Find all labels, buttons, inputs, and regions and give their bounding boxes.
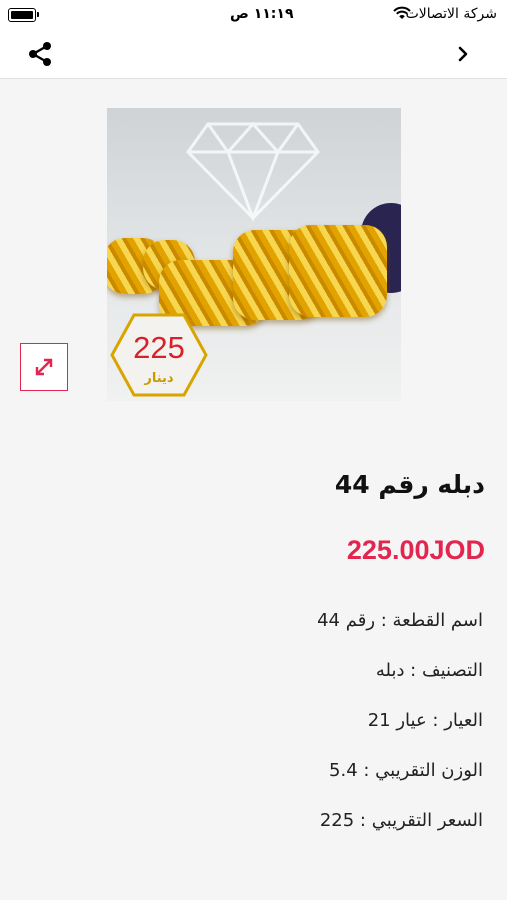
expand-icon	[35, 358, 53, 376]
price-badge-currency: دينار	[144, 371, 174, 386]
expand-image-button[interactable]	[20, 343, 68, 391]
diamond-watermark	[186, 121, 320, 223]
back-button[interactable]	[449, 40, 477, 68]
spec-item-karat: العيار : عيار 21	[367, 710, 483, 731]
product-title: دبله رقم 44	[334, 470, 485, 499]
spec-item-weight: الوزن التقريبي : 5.4	[329, 760, 483, 781]
battery-icon	[8, 8, 39, 22]
spec-item-price: السعر التقريبي : 225	[319, 810, 483, 831]
share-icon	[29, 42, 51, 66]
share-button[interactable]	[24, 38, 56, 70]
carrier-name: شركة الاتصالات	[405, 6, 497, 22]
product-image[interactable]: 225 دينار	[107, 108, 401, 401]
spec-item-category: التصنيف : دبله	[375, 660, 483, 681]
spec-item-name: اسم القطعة : رقم 44	[317, 610, 483, 631]
status-time: ١١:١٩ ص	[230, 6, 294, 22]
navigation-bar	[0, 30, 507, 79]
product-price: 225.00JOD	[346, 535, 485, 565]
gold-ring	[289, 225, 387, 317]
status-bar: ١١:١٩ ص شركة الاتصالات	[0, 0, 507, 30]
back-chevron-icon	[458, 46, 468, 62]
price-badge-number: 225	[133, 330, 185, 365]
